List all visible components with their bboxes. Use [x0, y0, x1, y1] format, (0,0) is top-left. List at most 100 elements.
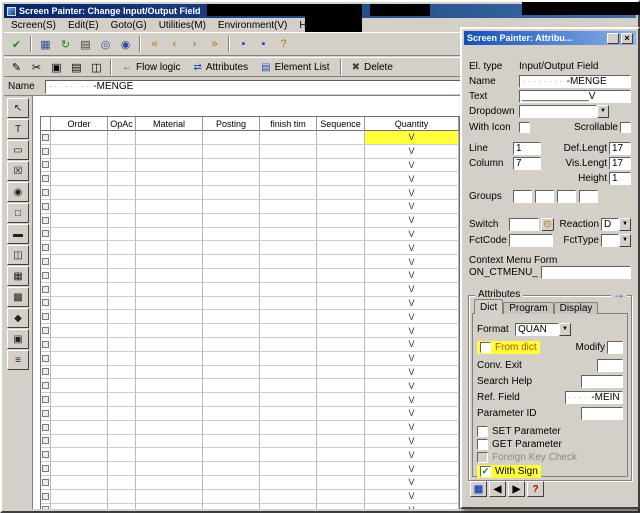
layout-icon[interactable]: ◫	[87, 58, 106, 76]
row-selector[interactable]	[41, 434, 51, 449]
ref-field-input[interactable]: ···· -MEIN	[565, 390, 623, 404]
quantity-field-cell[interactable]: V	[365, 379, 459, 394]
overview-button[interactable]: ▦	[470, 481, 487, 497]
print-icon[interactable]: ▤	[76, 35, 95, 53]
modify-input[interactable]	[607, 340, 623, 354]
group-input-3[interactable]	[557, 189, 576, 203]
row-selector[interactable]	[41, 310, 51, 325]
context-menu-form-input[interactable]	[540, 265, 631, 279]
last-page-icon[interactable]: »	[205, 35, 224, 53]
quantity-field-cell[interactable]: V	[365, 296, 459, 311]
cut-icon[interactable]: ✂	[27, 58, 46, 76]
dlg-name-input[interactable]: ········ -MENGE	[519, 74, 631, 88]
prev-page-icon[interactable]: ‹	[165, 35, 184, 53]
reaction-select[interactable]: D	[601, 217, 619, 231]
def-length-input[interactable]: 17	[609, 141, 631, 155]
tab-dict[interactable]: Dict	[474, 299, 504, 314]
quantity-field-cell[interactable]: V	[365, 213, 459, 228]
attributes-button[interactable]: ⇄ Attributes	[187, 59, 254, 76]
quantity-field-cell[interactable]: V	[365, 462, 459, 476]
row-selector[interactable]	[41, 462, 51, 476]
quantity-field-cell[interactable]: V	[365, 186, 459, 200]
row-selector[interactable]	[41, 448, 51, 463]
pointer-tool-icon[interactable]: ↖	[7, 98, 29, 118]
format-input[interactable]: QUAN	[515, 322, 559, 336]
parameter-id-input[interactable]	[581, 406, 623, 420]
find-icon[interactable]: ◎	[96, 35, 115, 53]
vis-length-input[interactable]: 17	[609, 156, 631, 170]
save-icon[interactable]: ▦	[36, 35, 55, 53]
row-selector[interactable]	[41, 296, 51, 311]
quantity-field-cell[interactable]: V	[365, 268, 459, 283]
quantity-field-cell[interactable]: V	[365, 324, 459, 338]
column-header-opac[interactable]: OpAc	[108, 117, 136, 131]
menu-screen[interactable]: Screen(S)	[5, 20, 62, 31]
row-selector[interactable]	[41, 172, 51, 187]
quantity-field-cell[interactable]: V	[365, 434, 459, 449]
quantity-field-cell[interactable]: V	[365, 503, 459, 509]
flow-logic-button[interactable]: ← Flow logic	[116, 59, 186, 76]
quantity-field-cell[interactable]: V	[365, 227, 459, 242]
get-parameter-checkbox[interactable]	[477, 438, 488, 450]
dlg-text-input[interactable]: ____________V	[519, 89, 631, 103]
element-list-button[interactable]: ▤ Element List	[255, 59, 335, 76]
copy-icon[interactable]: ▣	[47, 58, 66, 76]
table-control-tool-icon[interactable]: ▦	[7, 266, 29, 286]
new-session-icon[interactable]: ▪	[234, 35, 253, 53]
quantity-field-cell[interactable]: V	[365, 241, 459, 256]
height-input[interactable]: 1	[609, 171, 631, 185]
line-tool-icon[interactable]: ≡	[7, 350, 29, 370]
quantity-field-cell[interactable]: V	[365, 475, 459, 490]
dropdown-select[interactable]	[519, 104, 597, 118]
row-selector[interactable]	[41, 186, 51, 200]
quantity-field-cell[interactable]: V	[365, 393, 459, 407]
row-selector[interactable]	[41, 406, 51, 421]
quantity-field-cell[interactable]: V	[365, 199, 459, 214]
row-selector[interactable]	[41, 158, 51, 173]
quantity-field-cell[interactable]: V	[365, 337, 459, 352]
pushbutton-tool-icon[interactable]: ▬	[7, 224, 29, 244]
quantity-field-cell[interactable]: V	[365, 420, 459, 435]
row-selector[interactable]	[41, 131, 51, 145]
scrollable-checkbox[interactable]	[620, 121, 631, 133]
quantity-field-cell[interactable]: V	[365, 255, 459, 269]
radiobutton-tool-icon[interactable]: ◉	[7, 182, 29, 202]
quantity-field-cell[interactable]: V	[365, 158, 459, 173]
row-selector[interactable]	[41, 420, 51, 435]
dialog-close-button[interactable]: ×	[621, 32, 633, 44]
help-button[interactable]: ?	[527, 481, 544, 497]
group-input-2[interactable]	[535, 189, 554, 203]
quantity-field-cell[interactable]: V	[365, 448, 459, 463]
tab-display[interactable]: Display	[553, 302, 599, 314]
row-selector[interactable]	[41, 268, 51, 283]
tab-program[interactable]: Program	[503, 302, 554, 314]
quantity-field-cell[interactable]: V	[365, 489, 459, 504]
tabstrip-tool-icon[interactable]: ◫	[7, 245, 29, 265]
checkbox-tool-icon[interactable]: ☒	[7, 161, 29, 181]
row-selector[interactable]	[41, 255, 51, 269]
quantity-field-cell[interactable]: V	[365, 282, 459, 297]
refresh-icon[interactable]: ↻	[56, 35, 75, 53]
fctcode-input[interactable]	[509, 233, 553, 247]
next-element-button[interactable]: ▶	[508, 481, 525, 497]
column-input[interactable]: 7	[513, 156, 541, 170]
find-next-icon[interactable]: ◉	[116, 35, 135, 53]
row-selector[interactable]	[41, 199, 51, 214]
dialog-pin-button[interactable]	[607, 32, 619, 44]
text-tool-icon[interactable]: T	[7, 119, 29, 139]
fcttype-arrow-icon[interactable]: ▼	[619, 233, 631, 247]
dropdown-arrow-icon[interactable]: ▼	[597, 104, 609, 118]
quantity-field-cell[interactable]: V	[365, 406, 459, 421]
row-selector[interactable]	[41, 475, 51, 490]
subscreen-tool-icon[interactable]: ▣	[7, 329, 29, 349]
frame-tool-icon[interactable]: □	[7, 203, 29, 223]
paste-icon[interactable]: ▤	[67, 58, 86, 76]
column-header-quantity[interactable]: Quantity	[365, 117, 459, 131]
from-dict-checkbox[interactable]	[480, 341, 491, 353]
row-selector[interactable]	[41, 241, 51, 256]
group-input-4[interactable]	[579, 189, 598, 203]
custom-control-tool-icon[interactable]: ▩	[7, 287, 29, 307]
row-selector[interactable]	[41, 503, 51, 509]
menu-environment[interactable]: Environment(V)	[212, 20, 293, 31]
column-header-sequence[interactable]: Sequence	[317, 117, 365, 131]
